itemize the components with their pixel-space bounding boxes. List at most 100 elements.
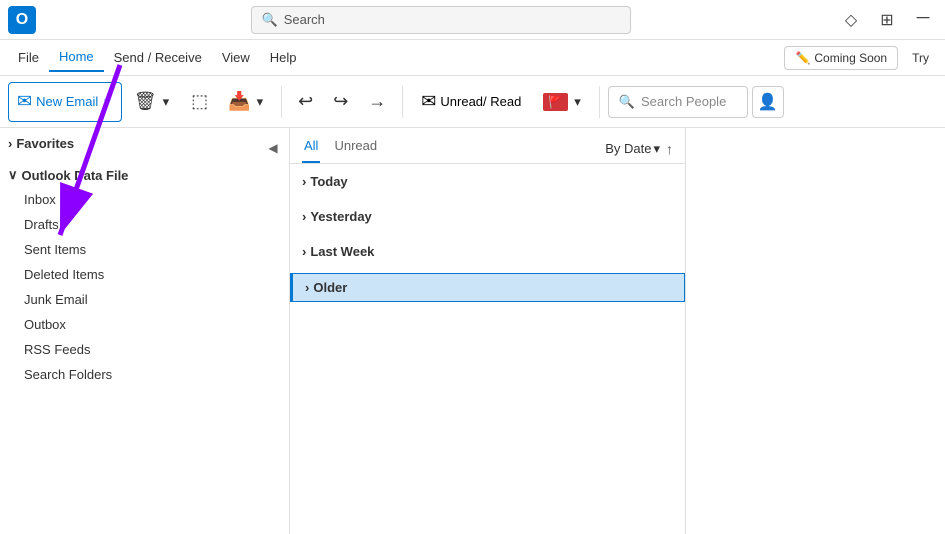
menu-item-help[interactable]: Help: [260, 44, 307, 71]
new-email-button[interactable]: ✉ New Email ▾: [8, 82, 122, 122]
yesterday-chevron-icon: ›: [302, 209, 306, 224]
sort-button[interactable]: By Date ▾: [605, 141, 660, 157]
email-group-last-week: › Last Week: [290, 234, 685, 269]
favorites-group-header[interactable]: › Favorites: [0, 132, 289, 155]
minimize-button[interactable]: ─: [909, 6, 937, 34]
menu-item-home[interactable]: Home: [49, 43, 104, 72]
qrcode-icon: ⊞: [880, 10, 893, 30]
search-people-placeholder: Search People: [641, 94, 726, 109]
menu-item-send-receive[interactable]: Send / Receive: [104, 44, 212, 71]
move-icon: 📥: [228, 91, 250, 112]
delete-button[interactable]: 🗑 ▾: [126, 82, 179, 122]
new-email-label: New Email: [36, 94, 98, 109]
menu-item-file[interactable]: File: [8, 44, 49, 71]
menu-bar: File Home Send / Receive View Help ✏️ Co…: [0, 40, 945, 76]
archive-button[interactable]: ⬚: [183, 82, 216, 122]
ribbon-divider-3: [599, 86, 600, 118]
sidebar-item-outbox[interactable]: Outbox: [0, 312, 289, 337]
ribbon-divider-2: [402, 86, 403, 118]
yesterday-label: Yesterday: [310, 209, 371, 224]
search-box[interactable]: 🔍 Search: [251, 6, 631, 34]
sidebar-item-rss-feeds[interactable]: RSS Feeds: [0, 337, 289, 362]
search-icon: 🔍: [262, 12, 278, 28]
outlook-data-chevron-icon: ∨: [8, 167, 18, 183]
content-area: All Unread By Date ▾ ↑ › Today › Yes: [290, 128, 685, 534]
tab-all[interactable]: All: [302, 134, 320, 163]
search-people-icon: 🔍: [619, 94, 635, 110]
undo-button[interactable]: ↩: [290, 82, 321, 122]
favorites-chevron-icon: ›: [8, 136, 12, 151]
today-label: Today: [310, 174, 347, 189]
sidebar-item-junk-email[interactable]: Junk Email: [0, 287, 289, 312]
sort-order-button[interactable]: ↑: [666, 141, 673, 157]
outlook-data-file-header[interactable]: ∨ Outlook Data File: [0, 163, 289, 187]
delete-dropdown-icon[interactable]: ▾: [161, 94, 172, 110]
sidebar-section-favorites: › Favorites: [0, 128, 289, 159]
sidebar: ◀ › Favorites ∨ Outlook Data File Inbox …: [0, 128, 290, 534]
sidebar-item-search-folders[interactable]: Search Folders: [0, 362, 289, 387]
unread-read-button[interactable]: ✉ Unread/ Read: [411, 82, 531, 122]
menu-item-view[interactable]: View: [212, 44, 260, 71]
email-group-yesterday-header[interactable]: › Yesterday: [290, 203, 685, 230]
search-bar: 🔍 Search: [44, 6, 837, 34]
title-controls: ◇ ⊞ ─: [837, 6, 937, 34]
sidebar-item-drafts[interactable]: Drafts: [0, 212, 289, 237]
archive-icon: ⬚: [191, 91, 208, 112]
email-group-yesterday: › Yesterday: [290, 199, 685, 234]
redo-icon: ↪: [333, 91, 348, 112]
collapse-icon: ◀: [268, 141, 277, 155]
coming-soon-button[interactable]: ✏️ Coming Soon: [784, 46, 898, 70]
ribbon-divider-1: [281, 86, 282, 118]
sort-dropdown-icon[interactable]: ▾: [653, 141, 660, 157]
last-week-label: Last Week: [310, 244, 374, 259]
new-email-dropdown-icon[interactable]: ▾: [102, 94, 113, 110]
pen-icon: ✏️: [795, 51, 810, 65]
sidebar-item-inbox[interactable]: Inbox: [0, 187, 289, 212]
older-chevron-icon: ›: [305, 280, 309, 295]
today-chevron-icon: ›: [302, 174, 306, 189]
sidebar-item-deleted-items[interactable]: Deleted Items: [0, 262, 289, 287]
email-group-older: › Older: [290, 269, 685, 306]
title-bar: O 🔍 Search ◇ ⊞ ─: [0, 0, 945, 40]
contact-photo-icon: 👤: [758, 92, 778, 112]
older-label: Older: [313, 280, 347, 295]
undo-icon: ↩: [298, 91, 313, 112]
favorites-label: Favorites: [16, 136, 74, 151]
unread-read-label: Unread/ Read: [440, 94, 521, 109]
outlook-data-file-label: Outlook Data File: [22, 168, 129, 183]
move-button[interactable]: 📥 ▾: [220, 82, 273, 122]
contact-photo-button[interactable]: 👤: [752, 86, 784, 118]
search-people-input[interactable]: 🔍 Search People: [608, 86, 748, 118]
email-group-today-header[interactable]: › Today: [290, 168, 685, 195]
reading-pane: [685, 128, 945, 534]
forward-button[interactable]: →: [360, 82, 394, 122]
ribbon: ✉ New Email ▾ 🗑 ▾ ⬚ 📥 ▾ ↩ ↪ → ✉ Unread/ …: [0, 76, 945, 128]
tab-unread[interactable]: Unread: [332, 134, 379, 163]
flag-button[interactable]: 🚩 ▾: [535, 82, 590, 122]
email-group-today: › Today: [290, 164, 685, 199]
email-group-last-week-header[interactable]: › Last Week: [290, 238, 685, 265]
outlook-logo: O: [8, 6, 36, 34]
email-list: › Today › Yesterday › Last Week ›: [290, 164, 685, 534]
email-group-older-header[interactable]: › Older: [290, 273, 685, 302]
sidebar-collapse-button[interactable]: ◀: [261, 136, 285, 160]
sidebar-item-sent-items[interactable]: Sent Items: [0, 237, 289, 262]
content-tabs: All Unread By Date ▾ ↑: [290, 128, 685, 164]
sort-controls: By Date ▾ ↑: [605, 141, 673, 157]
sort-label: By Date: [605, 141, 651, 156]
last-week-chevron-icon: ›: [302, 244, 306, 259]
try-button[interactable]: Try: [904, 47, 937, 69]
new-email-icon: ✉: [17, 91, 32, 112]
envelope-icon: ✉: [421, 91, 436, 112]
qrcode-icon-btn[interactable]: ⊞: [873, 6, 901, 34]
sidebar-section-outlook-data: ∨ Outlook Data File Inbox Drafts Sent It…: [0, 159, 289, 391]
coming-soon-label: Coming Soon: [814, 51, 887, 65]
forward-icon: →: [368, 91, 386, 112]
flag-dropdown-icon[interactable]: ▾: [572, 94, 583, 110]
delete-icon: 🗑: [134, 91, 157, 112]
move-dropdown-icon[interactable]: ▾: [255, 94, 266, 110]
redo-button[interactable]: ↪: [325, 82, 356, 122]
flag-icon: 🚩: [543, 93, 568, 111]
search-placeholder: Search: [284, 12, 325, 27]
diamond-icon-btn[interactable]: ◇: [837, 6, 865, 34]
